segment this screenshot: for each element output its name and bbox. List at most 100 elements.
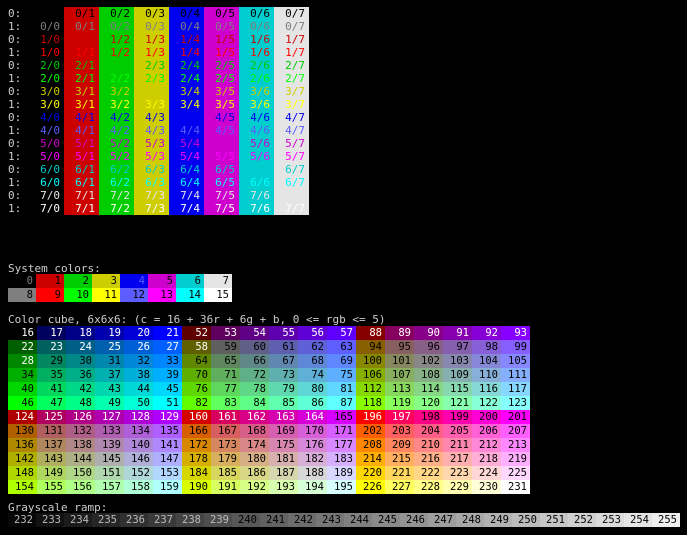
color-cube-swatch: 153 <box>153 466 182 480</box>
color-cube-swatch: 18 <box>66 326 95 340</box>
row-label: 0: <box>8 137 22 150</box>
color-cube-swatch: 107 <box>385 368 414 382</box>
color-cube-swatch: 218 <box>472 452 501 466</box>
color-cell: 6/1 <box>64 163 99 176</box>
color-cube-swatch: 63 <box>327 340 356 354</box>
color-cube-swatch: 168 <box>240 424 269 438</box>
color-cube-swatch: 88 <box>356 326 385 340</box>
color-cell: 0/3 <box>134 7 169 20</box>
system-color-swatch: 9 <box>36 288 64 302</box>
color-cube-swatch: 71 <box>211 368 240 382</box>
color-cube-swatch: 74 <box>298 368 327 382</box>
color-cube-swatch: 87 <box>327 396 356 410</box>
color-cube-swatch: 160 <box>182 410 211 424</box>
color-cell: 1/6 <box>239 46 274 59</box>
color-cell: 1/1 <box>64 46 99 59</box>
color-cube-swatch: 82 <box>182 396 211 410</box>
color-cube-swatch: 27 <box>153 340 182 354</box>
color-cell: 2/0 <box>40 59 60 72</box>
row-label: 0: <box>8 111 22 124</box>
grayscale-swatch: 241 <box>260 513 288 527</box>
color-cube-swatch: 176 <box>298 438 327 452</box>
color-cell: 3/4 <box>169 98 204 111</box>
color-cell: 1/5 <box>204 33 239 46</box>
color-cube-swatch: 216 <box>414 452 443 466</box>
color-cell: 2/4 <box>169 59 204 72</box>
color-cube-swatch: 178 <box>182 452 211 466</box>
color-cube-swatch: 228 <box>414 480 443 494</box>
color-cube-swatch: 173 <box>211 438 240 452</box>
color-cell: 5/0 <box>40 137 60 150</box>
color-cell: 3/1 <box>64 98 99 111</box>
color-cell: 7/3 <box>134 189 169 202</box>
color-cube-swatch: 212 <box>472 438 501 452</box>
color-cell: 3/4 <box>169 85 204 98</box>
color-cube-swatch: 171 <box>327 424 356 438</box>
color-cell: 4/2 <box>99 111 134 124</box>
color-cell: 1/2 <box>99 33 134 46</box>
color-cell: 6/3 <box>134 163 169 176</box>
color-cube-swatch: 97 <box>443 340 472 354</box>
color-cube-swatch: 44 <box>124 382 153 396</box>
color-cube-swatch: 140 <box>124 438 153 452</box>
terminal-window[interactable]: 0: 0/0 0/1 0/2 0/3 0/4 0/5 0/6 0/7 1: 0/0 0/1 0/2 0/3… <box>0 0 687 535</box>
color-cell: 4/5 <box>204 111 239 124</box>
color-cell: 4/4 <box>169 124 204 137</box>
color-cube-swatch: 49 <box>95 396 124 410</box>
color-cube-swatch: 229 <box>443 480 472 494</box>
color-cell: 3/7 <box>274 98 309 111</box>
color-cube-swatch: 41 <box>37 382 66 396</box>
color-cube-swatch: 169 <box>269 424 298 438</box>
color-cube-swatch: 33 <box>153 354 182 368</box>
color-cube-swatch: 210 <box>414 438 443 452</box>
color-cube-swatch: 179 <box>211 452 240 466</box>
color-cell: 5/1 <box>64 150 99 163</box>
system-color-swatch: 5 <box>148 274 176 288</box>
color-cube-swatch: 76 <box>182 382 211 396</box>
color-cube-swatch: 80 <box>298 382 327 396</box>
grayscale-swatch: 246 <box>400 513 428 527</box>
color-cube-swatch: 151 <box>95 466 124 480</box>
system-color-swatch: 11 <box>92 288 120 302</box>
color-cube-swatch: 190 <box>182 480 211 494</box>
color-cube-swatch: 124 <box>8 410 37 424</box>
color-cube-swatch: 30 <box>66 354 95 368</box>
color-cell: 3/0 <box>40 85 60 98</box>
color-cube-title: Color cube, 6x6x6: (c = 16 + 36r + 6g + … <box>8 313 386 326</box>
color-cube-swatch: 193 <box>269 480 298 494</box>
color-cube-swatch: 172 <box>182 438 211 452</box>
system-color-swatch: 1 <box>36 274 64 288</box>
grayscale-swatch: 245 <box>372 513 400 527</box>
color-cube-swatch: 182 <box>298 452 327 466</box>
color-cell: 4/2 <box>99 124 134 137</box>
color-cell: 6/0 <box>40 163 60 176</box>
color-cube-swatch: 29 <box>37 354 66 368</box>
row-label: 1: <box>8 202 22 215</box>
grayscale-swatch: 234 <box>64 513 92 527</box>
color-cell: 7/5 <box>204 189 239 202</box>
color-cube-swatch: 50 <box>124 396 153 410</box>
color-cube-swatch: 35 <box>37 368 66 382</box>
color-cube-swatch: 21 <box>153 326 182 340</box>
color-cube-swatch: 130 <box>8 424 37 438</box>
color-cube-swatch: 220 <box>356 466 385 480</box>
color-cube-swatch: 180 <box>240 452 269 466</box>
color-cell: 3/6 <box>239 85 274 98</box>
color-cube-swatch: 65 <box>211 354 240 368</box>
color-cell: 2/1 <box>64 72 99 85</box>
color-cube-swatch: 201 <box>501 410 530 424</box>
color-cube-swatch: 62 <box>298 340 327 354</box>
color-cube-swatch: 75 <box>327 368 356 382</box>
color-cube-swatch: 69 <box>327 354 356 368</box>
color-cell: 7/5 <box>204 202 239 215</box>
color-cube-swatch: 38 <box>124 368 153 382</box>
color-cube-swatch: 95 <box>385 340 414 354</box>
row-label: 0: <box>8 59 22 72</box>
color-cube-swatch: 184 <box>182 466 211 480</box>
color-cell: 4/1 <box>64 111 99 124</box>
color-cell: 6/2 <box>99 176 134 189</box>
color-cube-swatch: 28 <box>8 354 37 368</box>
color-cube-swatch: 47 <box>37 396 66 410</box>
color-cube-swatch: 126 <box>66 410 95 424</box>
color-cube-swatch: 23 <box>37 340 66 354</box>
